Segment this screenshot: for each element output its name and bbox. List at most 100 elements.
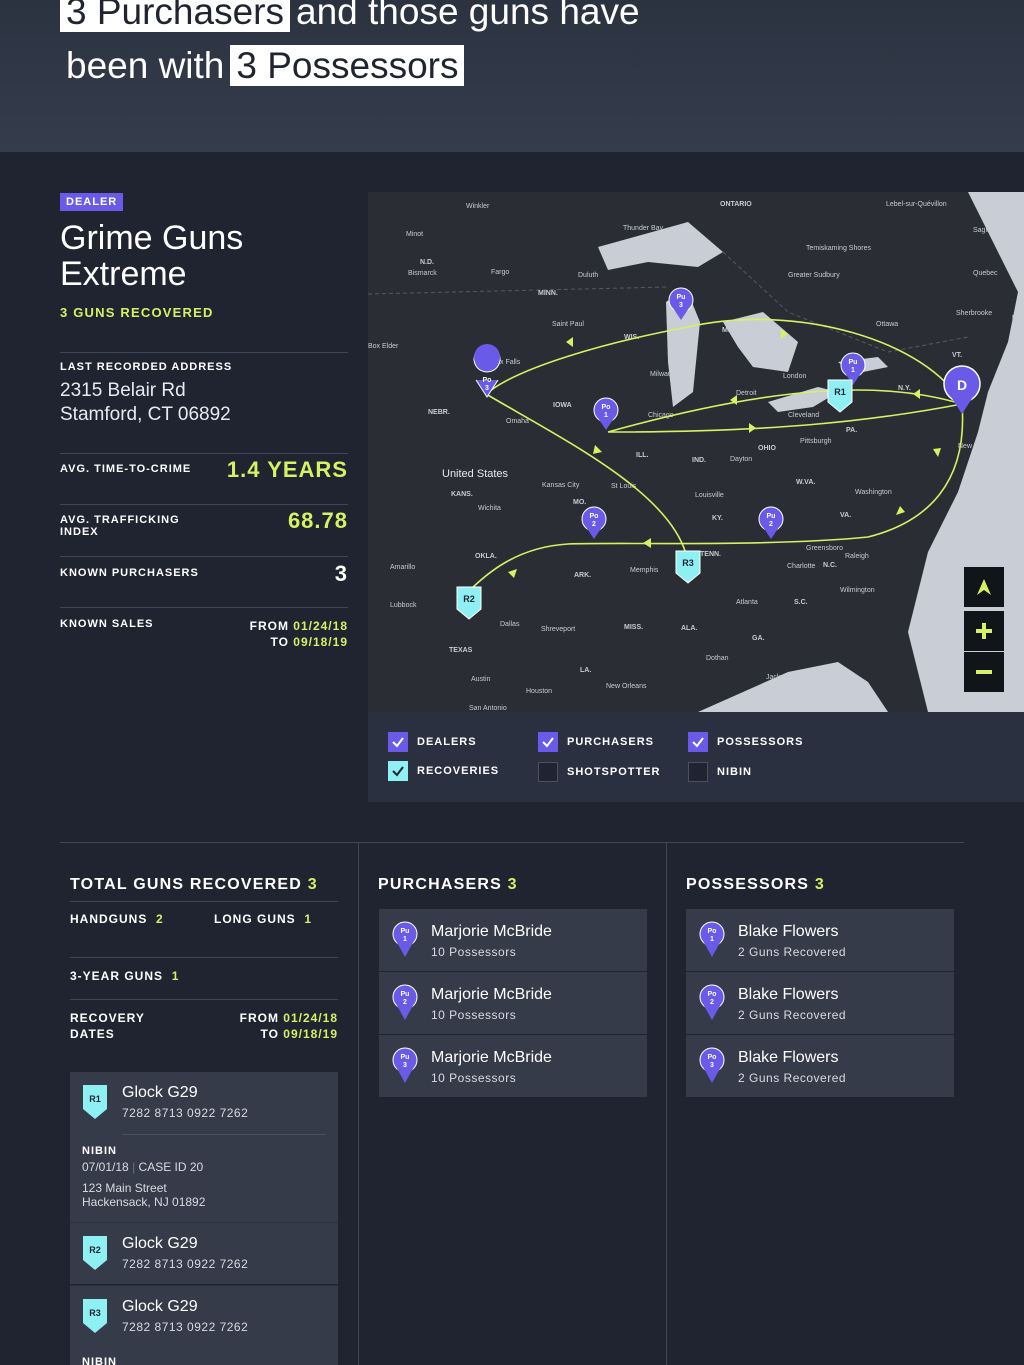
purchasers-checkbox[interactable]: [538, 732, 558, 752]
gun-name: Glock G29: [122, 1298, 198, 1315]
possessors-checkbox[interactable]: [688, 732, 708, 752]
stat-label: AVG. TRAFFICKING INDEX: [60, 514, 180, 538]
map-pin-r2[interactable]: R2: [456, 586, 482, 620]
recovery-pin-icon: R2: [83, 1236, 107, 1270]
zoom-out-button[interactable]: [964, 652, 1004, 692]
handguns-count: 2: [156, 912, 164, 926]
purchasers-title: PURCHASERS 3: [378, 876, 518, 894]
svg-text:1: 1: [851, 367, 855, 374]
gun-card-r2[interactable]: R2 Glock G29 7282 8713 0922 7262: [70, 1222, 338, 1284]
possessor-pin-icon: Po 2: [699, 984, 725, 1020]
map-label: KANS.: [451, 491, 473, 498]
map-label: N.C.: [823, 562, 837, 569]
gun-card-r3[interactable]: R3 Glock G29 7282 8713 0922 7262 NIBIN: [70, 1285, 338, 1365]
purchaser-pin-icon: Pu 3: [392, 1047, 418, 1083]
map-label: Pittsburgh: [800, 438, 832, 445]
svg-text:3: 3: [403, 1062, 407, 1069]
purchaser-card[interactable]: Pu 3 Marjorie McBride 10 Possessors: [379, 1035, 647, 1097]
svg-text:R1: R1: [89, 1094, 101, 1104]
map-label: Detroit: [736, 390, 757, 397]
svg-text:Po: Po: [483, 377, 492, 384]
svg-text:R2: R2: [89, 1245, 101, 1255]
stat-value: 3: [334, 561, 348, 586]
sales-to-date: 09/18/19: [293, 635, 348, 649]
possessor-card[interactable]: Po 3 Blake Flowers 2 Guns Recovered: [686, 1035, 954, 1097]
map-label: TENN.: [700, 551, 721, 558]
recoveries-checkbox[interactable]: [388, 761, 408, 781]
map-label: Jacksonville: [766, 674, 804, 681]
map-label: Wilmington: [840, 587, 875, 594]
legend-nibin[interactable]: NIBIN: [688, 762, 752, 782]
svg-text:3: 3: [679, 302, 683, 309]
gun-serial: 7282 8713 0922 7262: [122, 1257, 249, 1271]
longguns-label: LONG GUNS: [214, 912, 296, 926]
recovered-total: 3: [307, 876, 318, 893]
purchaser-card[interactable]: Pu 2 Marjorie McBride 10 Possessors: [379, 972, 647, 1034]
map-pin-r3[interactable]: R3: [675, 550, 701, 584]
threeyear-stat: 3-YEAR GUNS 1: [70, 969, 179, 983]
possessor-pin-icon: Po 3: [699, 1047, 725, 1083]
route-arrow: [566, 337, 573, 347]
section-divider: [60, 842, 964, 843]
purchaser-card[interactable]: Pu 1 Marjorie McBride 10 Possessors: [379, 909, 647, 971]
recovery-label-line: DATES: [70, 1027, 115, 1041]
map-label: MA: [1012, 315, 1023, 322]
nibin-checkbox[interactable]: [688, 762, 708, 782]
map-label: ARK.: [574, 572, 591, 579]
possessor-name: Blake Flowers: [738, 986, 839, 1003]
map-label: Charlotte: [787, 563, 816, 570]
recovery-dates: FROM 01/24/18 TO 09/18/19: [200, 1010, 338, 1042]
dealers-checkbox[interactable]: [388, 732, 408, 752]
locate-button[interactable]: [964, 567, 1004, 607]
map-label: KY.: [712, 515, 723, 522]
possessor-detail: 2 Guns Recovered: [738, 945, 847, 959]
map-label: VA.: [840, 512, 851, 519]
possessor-card[interactable]: Po 2 Blake Flowers 2 Guns Recovered: [686, 972, 954, 1034]
possessor-card[interactable]: Po 1 Blake Flowers 2 Guns Recovered: [686, 909, 954, 971]
svg-text:2: 2: [710, 999, 714, 1006]
legend-dealers[interactable]: DEALERS: [388, 732, 477, 752]
check-icon: [392, 766, 404, 777]
svg-text:1: 1: [403, 936, 407, 943]
map-label: Wichita: [478, 505, 501, 512]
legend-label: PURCHASERS: [567, 736, 655, 748]
check-icon: [542, 737, 554, 748]
legend-label: SHOTSPOTTER: [567, 766, 661, 778]
legend-shotspotter[interactable]: SHOTSPOTTER: [538, 762, 661, 782]
to-prefix: TO: [260, 1027, 279, 1041]
map-pin-po1[interactable]: Po 1: [593, 397, 619, 430]
legend-label: RECOVERIES: [417, 765, 500, 777]
divider: [70, 901, 338, 902]
map-label: Saint Paul: [552, 321, 584, 328]
map-label: OHIO: [758, 445, 776, 452]
map-canvas[interactable]: ONTARIO Winkler Thunder Bay Minot N.D. B…: [368, 192, 1024, 712]
map-label: VT.: [952, 352, 962, 359]
legend-recoveries[interactable]: RECOVERIES: [388, 761, 499, 781]
dealer-badge: DEALER: [60, 193, 124, 211]
map-pin-pu2[interactable]: Pu 2: [758, 506, 784, 539]
map-label: Greensboro: [806, 545, 843, 552]
svg-text:R3: R3: [682, 558, 694, 568]
map-label: Omaha: [506, 418, 529, 425]
divider: [60, 607, 348, 608]
legend-label: POSSESSORS: [717, 736, 804, 748]
map-pin-r1[interactable]: R1: [827, 379, 853, 413]
trafficking-map[interactable]: ONTARIO Winkler Thunder Bay Minot N.D. B…: [368, 192, 1024, 712]
map-pin-po3[interactable]: Po 3: [473, 344, 501, 398]
svg-text:Po: Po: [708, 1054, 717, 1061]
shotspotter-checkbox[interactable]: [538, 762, 558, 782]
nibin-label: NIBIN: [82, 1356, 117, 1365]
map-label: MINN.: [538, 290, 558, 297]
hero-line-2-start: been with: [66, 45, 225, 86]
map-label: IOWA: [553, 402, 572, 409]
gun-card-r1[interactable]: R1 Glock G29 7282 8713 0922 7262 NIBIN 0…: [70, 1072, 338, 1222]
recovered-title: TOTAL GUNS RECOVERED 3: [70, 876, 318, 894]
threeyear-label: 3-YEAR GUNS: [70, 969, 164, 983]
map-label: ALA.: [681, 625, 697, 632]
legend-label: NIBIN: [717, 766, 752, 778]
map-pin-po2[interactable]: Po 2: [581, 506, 607, 539]
zoom-in-button[interactable]: [964, 611, 1004, 651]
legend-possessors[interactable]: POSSESSORS: [688, 732, 803, 752]
legend-purchasers[interactable]: PURCHASERS: [538, 732, 654, 752]
possessors-highlight: 3 Possessors: [230, 45, 465, 86]
